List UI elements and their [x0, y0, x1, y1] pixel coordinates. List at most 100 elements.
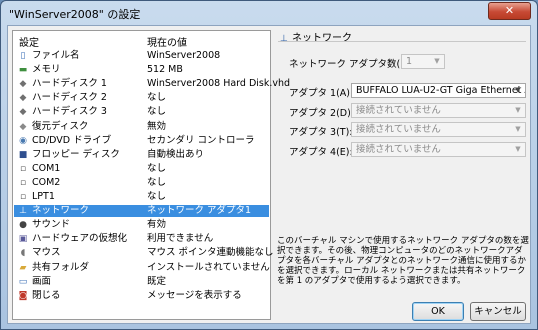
list-item-name: ハードディスク 2: [32, 92, 107, 104]
list-item-value: 自動検出あり: [147, 148, 205, 160]
lpt-port-icon: ▫: [19, 192, 27, 202]
adapter-select[interactable]: BUFFALO LUA-U2-GT Giga Ethernet A ▼: [351, 83, 526, 98]
list-item-name: ファイル名: [32, 50, 80, 61]
list-item-name: ハードウェアの仮想化: [32, 233, 128, 245]
list-item[interactable]: ▫ LPT1 なし: [14, 191, 269, 203]
list-item-name: 共有フォルダ: [32, 261, 90, 273]
list-item[interactable]: ■ フロッピー ディスク 自動検出あり: [14, 149, 269, 161]
window-title: "WinServer2008" の設定: [9, 8, 141, 21]
adapter-select[interactable]: 接続されていません ▼: [351, 102, 526, 118]
list-item[interactable]: ◆ ハードディスク 3 なし: [14, 106, 269, 118]
list-item[interactable]: ▭ 画面 既定: [14, 276, 269, 288]
list-item-name: COM2: [32, 176, 61, 188]
chevron-down-icon: ▼: [515, 125, 521, 133]
list-item-value: ネットワーク アダプタ1: [147, 205, 252, 217]
list-item-value: 利用できません: [147, 233, 214, 245]
list-item[interactable]: ◙ 閉じる メッセージを表示する: [14, 290, 269, 302]
com-port-icon: ▫: [19, 177, 27, 188]
list-item-name: ハードディスク 3: [32, 106, 107, 118]
hard-disk-icon: ◆: [19, 107, 27, 118]
list-item-name: 閉じる: [32, 289, 61, 301]
adapter-select[interactable]: 接続されていません ▼: [351, 122, 526, 137]
list-item-name: メモリ: [32, 64, 61, 76]
list-item[interactable]: ◆ ハードディスク 2 なし: [14, 92, 269, 104]
list-item-name: 画面: [32, 275, 52, 287]
list-item-name: 復元ディスク: [32, 120, 89, 132]
list-item[interactable]: ▫ COM1 なし: [14, 163, 269, 175]
list-item[interactable]: ▬ メモリ 512 MB: [14, 64, 269, 76]
list-item[interactable]: ⊥ ネットワーク ネットワーク アダプタ1: [14, 205, 269, 218]
network-icon: ⊥: [19, 206, 27, 217]
adapter-label: アダプタ 2(D):: [289, 107, 354, 119]
list-item-value: 既定: [147, 275, 167, 287]
memory-icon: ▬: [18, 65, 28, 76]
chevron-down-icon: ▼: [515, 144, 521, 153]
adapter-select[interactable]: 接続されていません ▼: [351, 141, 526, 157]
list-item-name: ネットワーク: [32, 205, 90, 217]
file-icon: ▯: [20, 51, 26, 61]
list-item[interactable]: ◉ CD/DVD ドライブ セカンダリ コントローラ: [14, 135, 269, 147]
list-item-value: 有効: [147, 219, 167, 231]
adapter-count-value: 1: [406, 56, 413, 67]
list-item-value: WinServer2008: [147, 50, 221, 61]
cancel-button[interactable]: キャンセル: [470, 302, 526, 321]
network-icon: ⊥: [280, 34, 288, 44]
list-item-name: サウンド: [32, 219, 71, 231]
list-item-name: COM1: [32, 162, 61, 174]
adapter-count-label: ネットワーク アダプタ数(N):: [289, 59, 415, 70]
close-action-icon: ◙: [18, 290, 28, 301]
chevron-down-icon: ▼: [515, 105, 521, 114]
list-item-name: マウス: [32, 247, 61, 259]
adapter-select-value: 接続されていません: [356, 143, 441, 155]
adapter-select-value: 接続されていません: [356, 124, 441, 135]
column-header-setting: 設定: [19, 38, 39, 49]
chevron-down-icon: ▼: [515, 86, 521, 94]
com-port-icon: ▫: [19, 163, 27, 174]
sound-icon: ●: [19, 220, 27, 231]
close-button[interactable]: ✕: [488, 2, 531, 20]
list-item-value: セカンダリ コントローラ: [147, 134, 255, 146]
list-item-value: マウス ポインタ連動機能なし: [147, 247, 274, 259]
undo-disk-icon: ◆: [19, 121, 27, 132]
hard-disk-icon: ◆: [19, 79, 27, 90]
dialog-body: 設定 現在の値 ▯ ファイル名 WinServer2008 ▬ メモリ 512 MB ◆ ハー…: [7, 25, 531, 324]
list-item-name: CD/DVD ドライブ: [32, 134, 112, 146]
title-bar[interactable]: "WinServer2008" の設定 ✕: [1, 1, 537, 25]
list-item[interactable]: ● サウンド 有効: [14, 219, 269, 231]
hardware-virtualization-icon: ▣: [18, 234, 28, 245]
list-item-value: インストールされていません: [147, 261, 270, 273]
adapter-count-select[interactable]: 1 ▼: [401, 54, 445, 69]
list-item[interactable]: ▫ COM2 なし: [14, 177, 269, 189]
panel-description: このバーチャル マシンで使用するネットワーク アダプタの数を選択できます。その後…: [277, 236, 529, 286]
column-header-value: 現在の値: [147, 38, 187, 49]
list-item-value: なし: [147, 176, 167, 188]
list-item[interactable]: ◆ ハードディスク 1 WinServer2008 Hard Disk.vhd: [14, 78, 291, 90]
list-item-value: 512 MB: [147, 64, 183, 76]
hard-disk-icon: ◆: [19, 93, 27, 104]
list-item-value: メッセージを表示する: [147, 289, 242, 301]
display-icon: ▭: [18, 276, 28, 287]
panel-divider: [278, 41, 526, 42]
list-item[interactable]: ◖ マウス マウス ポインタ連動機能なし: [14, 247, 274, 259]
list-item[interactable]: ▰ 共有フォルダ インストールされていません: [14, 261, 270, 274]
settings-list[interactable]: 設定 現在の値 ▯ ファイル名 WinServer2008 ▬ メモリ 512 MB ◆ ハー…: [12, 30, 291, 320]
settings-dialog: "WinServer2008" の設定 ✕ 設定 現在の値 ▯ ファイル名 WinS…: [0, 0, 538, 330]
list-item-value: WinServer2008 Hard Disk.vhd: [147, 78, 291, 90]
floppy-icon: ■: [18, 149, 28, 160]
list-item-name: フロッピー ディスク: [32, 148, 120, 160]
chevron-down-icon: ▼: [434, 57, 440, 65]
ok-button[interactable]: OK: [412, 302, 464, 321]
list-item[interactable]: ▣ ハードウェアの仮想化 利用できません: [14, 233, 269, 245]
list-item[interactable]: ▯ ファイル名 WinServer2008: [14, 50, 269, 62]
list-item-value: なし: [147, 106, 167, 118]
adapter-label: アダプタ 4(E):: [289, 146, 353, 158]
mouse-icon: ◖: [20, 248, 26, 259]
panel-title-text: ネットワーク: [292, 33, 352, 44]
adapter-select-value: BUFFALO LUA-U2-GT Giga Ethernet A: [356, 85, 526, 96]
list-item[interactable]: ◆ 復元ディスク 無効: [14, 121, 269, 133]
adapter-label: アダプタ 1(A):: [289, 88, 354, 99]
list-item-name: LPT1: [32, 191, 55, 202]
adapter-select-value: 接続されていません: [356, 104, 441, 116]
list-item-value: なし: [147, 162, 167, 174]
list-item-name: ハードディスク 1: [32, 78, 107, 90]
